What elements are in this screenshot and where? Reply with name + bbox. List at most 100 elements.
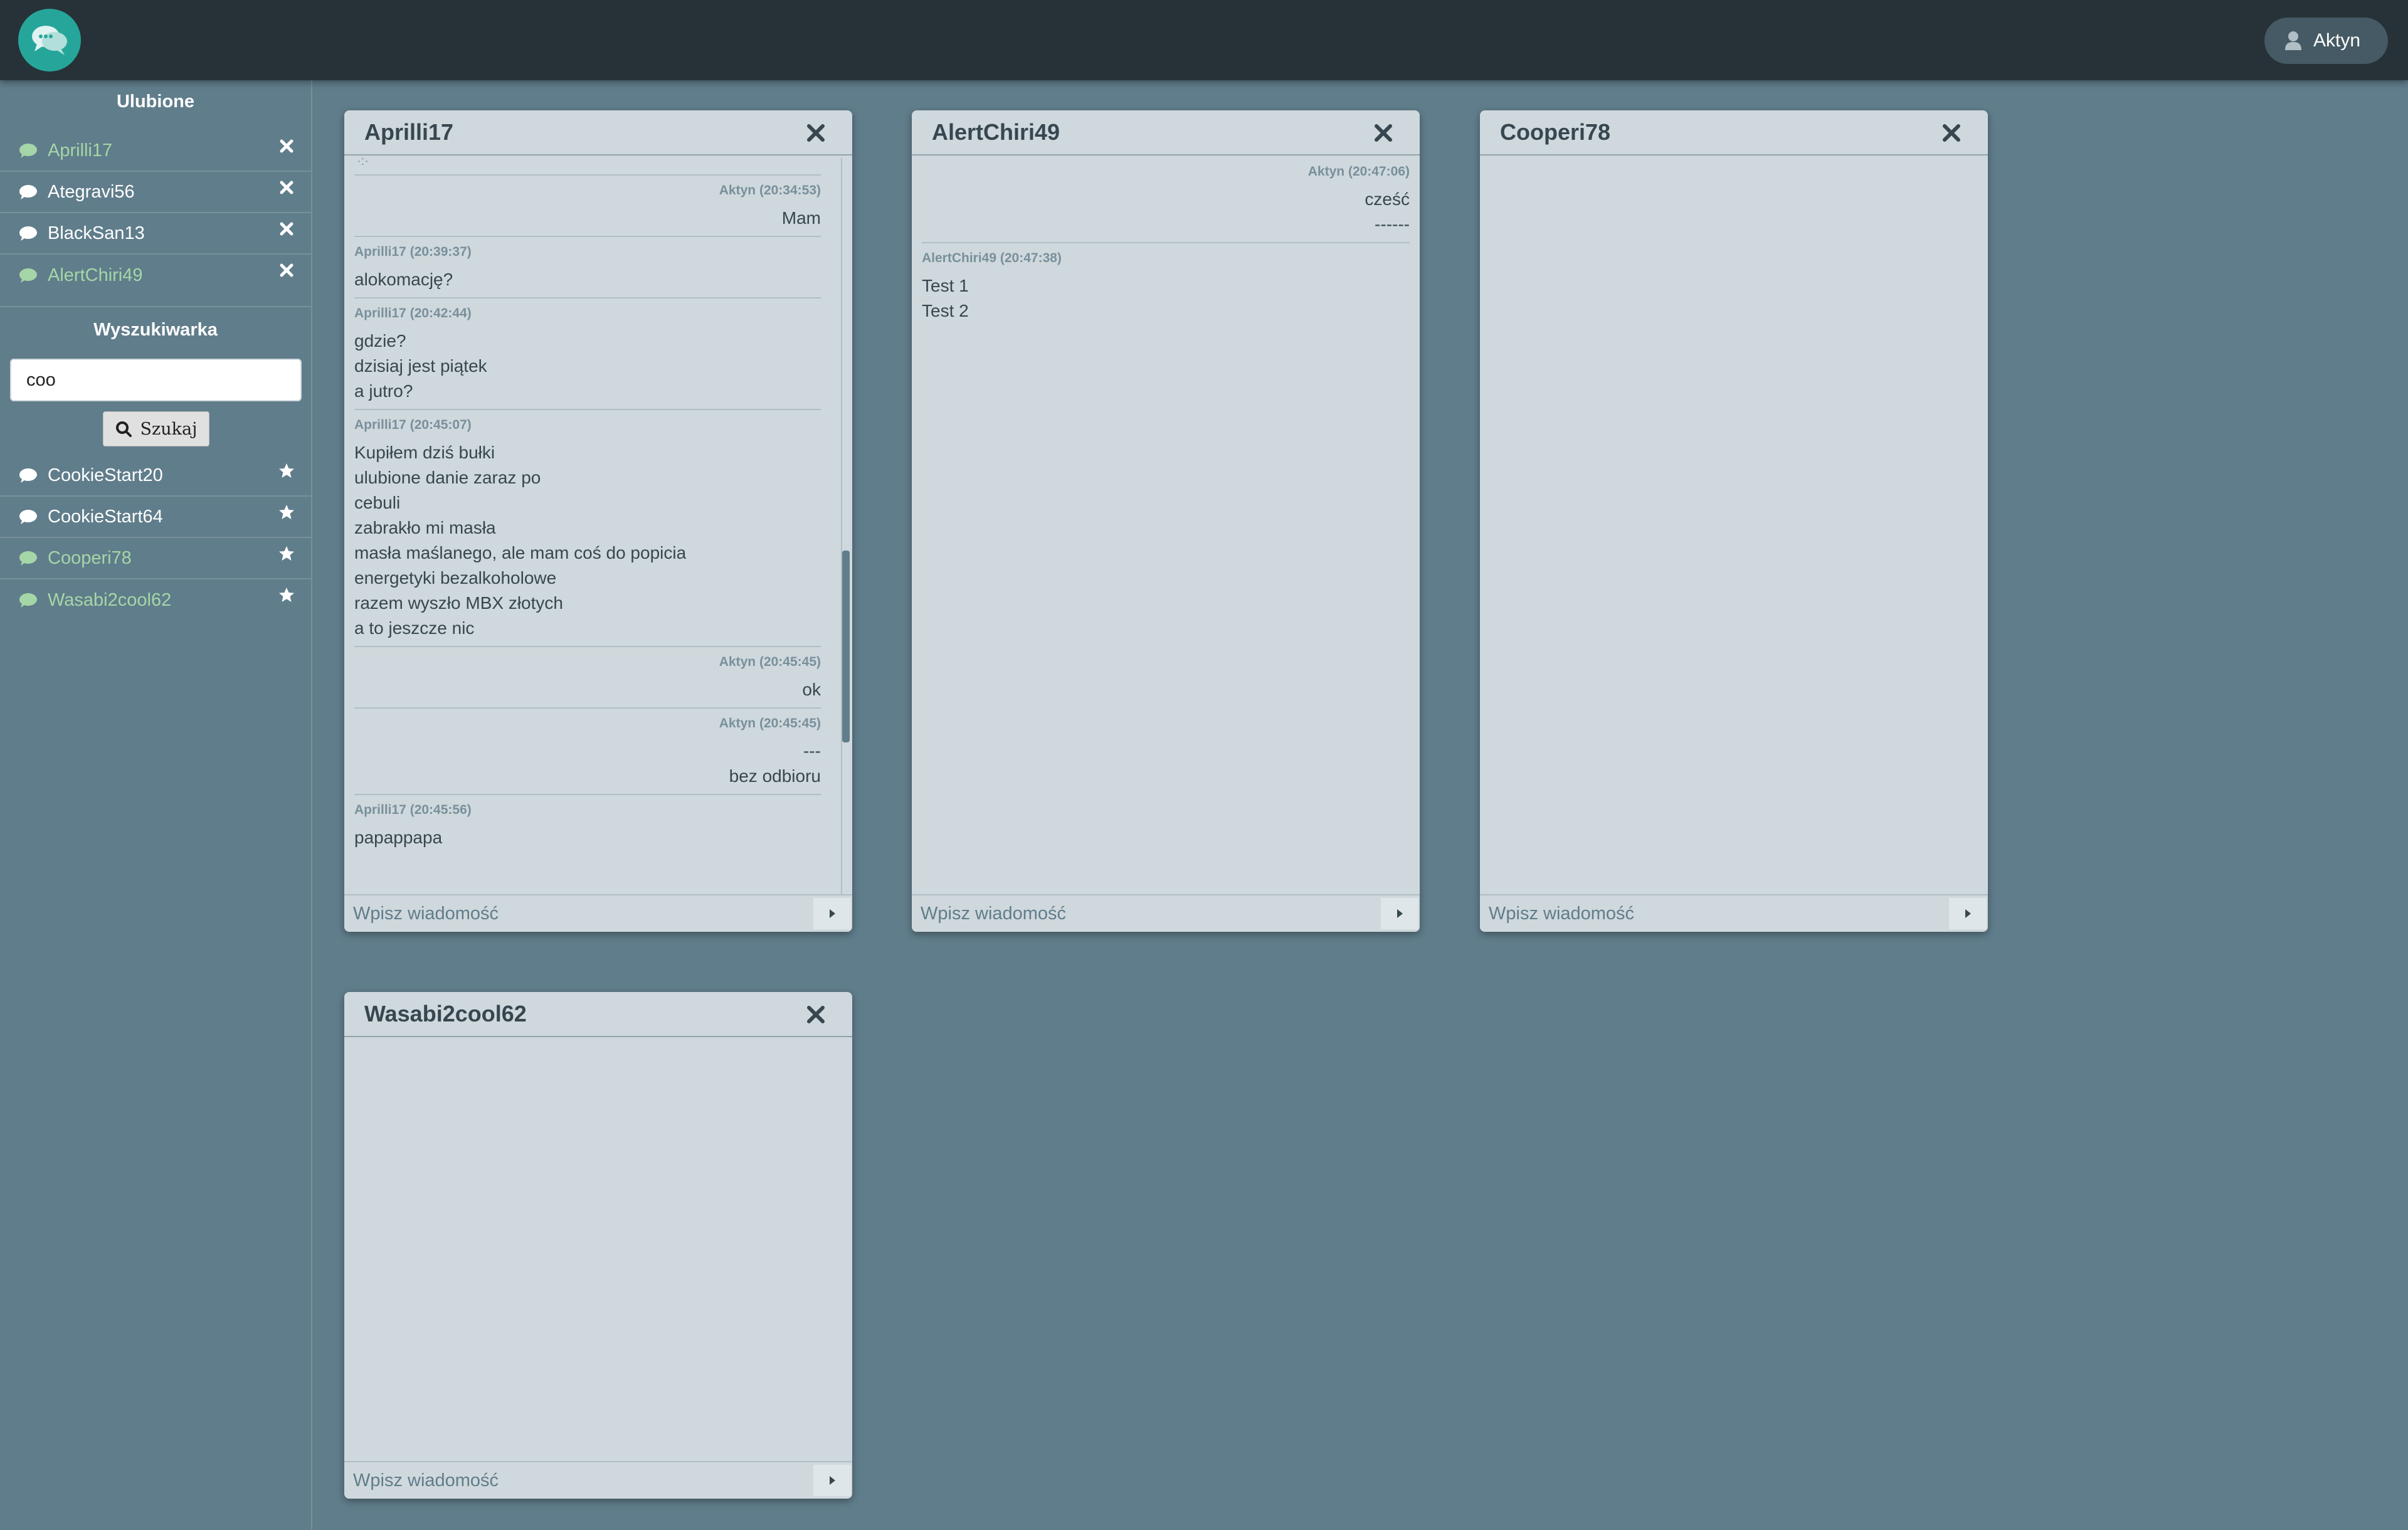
search-icon <box>115 421 132 437</box>
message-line: papappapa <box>354 828 443 847</box>
favorites-heading: Ulubione <box>116 92 195 112</box>
add-favorite-star-icon[interactable] <box>277 544 296 563</box>
message-line: alokomację? <box>354 270 453 289</box>
chat-window-wasabi2cool62: Wasabi2cool62 <box>344 992 852 1499</box>
message-line: dzisiaj jest piątek <box>354 356 487 376</box>
message-line: Kupiłem dziś bułki <box>354 443 495 462</box>
message-meta: Aktyn (20:47:06) <box>1307 164 1410 179</box>
search-button[interactable]: Szukaj <box>103 411 209 446</box>
send-caret-icon <box>1397 909 1403 918</box>
chat-footer <box>912 894 1420 932</box>
message-input[interactable] <box>353 899 805 928</box>
chat-footer <box>344 1461 852 1499</box>
favorite-item-blacksan13[interactable]: BlackSan13 <box>0 213 311 255</box>
chat-footer <box>1480 894 1988 932</box>
message: Aktyn (20:47:06) cześć ------ <box>922 157 1410 243</box>
result-item-wasabi2cool62[interactable]: Wasabi2cool62 <box>0 579 311 621</box>
chat-messages: Aktyn (20:47:06) cześć ------ AlertChiri… <box>912 157 1420 894</box>
result-item-cookiestart20[interactable]: CookieStart20 <box>0 455 311 497</box>
message-meta: Aprilli17 (20:45:56) <box>354 803 472 817</box>
add-favorite-star-icon[interactable] <box>277 503 296 522</box>
message-meta: Aprilli17 (20:39:37) <box>354 245 472 259</box>
chat-title: AlertChiri49 <box>932 119 1060 145</box>
chat-bubble-icon <box>19 593 37 608</box>
favorite-item-aprilli17[interactable]: Aprilli17 <box>0 130 311 172</box>
message-line: Test 2 <box>922 301 969 320</box>
send-caret-icon <box>830 909 835 918</box>
message: Aktyn (20:45:45) ok <box>354 647 821 709</box>
remove-favorite-icon[interactable] <box>277 137 296 156</box>
message-input[interactable] <box>1489 899 1940 928</box>
message-input[interactable] <box>921 899 1372 928</box>
message: Aprilli17 (20:42:44) gdzie? dzisiaj jest… <box>354 298 821 410</box>
message-line: a to jeszcze nic <box>354 618 475 638</box>
close-chat-icon[interactable] <box>806 1005 826 1025</box>
message-line: ------ <box>1375 214 1410 234</box>
send-button[interactable] <box>813 1465 851 1496</box>
scrollbar-thumb[interactable] <box>842 551 850 742</box>
send-button[interactable] <box>1381 898 1418 929</box>
result-name: Cooperi78 <box>48 547 132 568</box>
chat-messages <box>1480 157 1988 894</box>
message-meta: Aktyn (20:45:45) <box>719 716 821 731</box>
result-item-cookiestart64[interactable]: CookieStart64 <box>0 497 311 538</box>
message-line: Mam <box>781 208 821 228</box>
favorite-name: AlertChiri49 <box>48 265 143 285</box>
search-button-label: Szukaj <box>140 419 198 439</box>
chat-title: Wasabi2cool62 <box>364 1001 527 1026</box>
send-button[interactable] <box>813 898 851 929</box>
message-meta: AlertChiri49 (20:47:38) <box>922 251 1062 265</box>
favorite-item-alertchiri49[interactable]: AlertChiri49 <box>0 255 311 296</box>
chat-header: Wasabi2cool62 <box>344 992 852 1037</box>
close-chat-icon[interactable] <box>806 123 826 143</box>
chat-footer <box>344 894 852 932</box>
message-line: ok <box>802 680 821 699</box>
chat-window-alertchiri49: AlertChiri49 Aktyn (20:47:06) cześć ----… <box>912 110 1420 932</box>
message-line: cebuli <box>354 493 401 512</box>
chat-title: Cooperi78 <box>1500 119 1611 145</box>
result-name: Wasabi2cool62 <box>48 589 172 610</box>
separator <box>354 157 821 176</box>
chat-header: AlertChiri49 <box>912 110 1420 156</box>
chat-header: Aprilli17 <box>344 110 852 156</box>
chat-bubble-icon <box>19 185 37 199</box>
chat-window-aprilli17: Aprilli17 ·:· Aktyn (20:34:53) Mam April… <box>344 110 852 932</box>
favorite-name: Aprilli17 <box>48 140 113 161</box>
message-line: energetyki bezalkoholowe <box>354 568 557 588</box>
remove-favorite-icon[interactable] <box>277 219 296 238</box>
top-bar: Aktyn <box>0 0 2408 80</box>
message-line: bez odbioru <box>729 766 821 786</box>
message-line: cześć <box>1365 189 1410 209</box>
message-line: Test 1 <box>922 276 969 295</box>
sidebar: Ulubione Aprilli17 Ategravi56 BlackSan13… <box>0 80 312 1530</box>
chat-logo-icon[interactable] <box>18 9 81 71</box>
remove-favorite-icon[interactable] <box>277 261 296 280</box>
message: Aprilli17 (20:45:07) Kupiłem dziś bułki … <box>354 410 821 647</box>
result-item-cooperi78[interactable]: Cooperi78 <box>0 538 311 579</box>
message-line: a jutro? <box>354 381 413 401</box>
user-menu-button[interactable]: Aktyn <box>2264 18 2388 64</box>
close-chat-icon[interactable] <box>1373 123 1393 143</box>
send-button[interactable] <box>1949 898 1987 929</box>
close-chat-icon[interactable] <box>1941 123 1962 143</box>
remove-favorite-icon[interactable] <box>277 178 296 197</box>
send-caret-icon <box>1965 909 1971 918</box>
chat-title: Aprilli17 <box>364 119 454 145</box>
message: Aprilli17 (20:45:56) papappapa <box>354 795 821 855</box>
chat-messages: ·:· Aktyn (20:34:53) Mam Aprilli17 (20:3… <box>344 157 852 894</box>
message-line: --- <box>803 741 821 761</box>
search-input[interactable] <box>10 359 302 401</box>
chat-bubble-icon <box>19 144 37 158</box>
chat-scrollbar[interactable] <box>841 158 850 895</box>
user-icon <box>2284 31 2301 50</box>
message-input[interactable] <box>353 1466 805 1495</box>
add-favorite-star-icon[interactable] <box>277 586 296 604</box>
chat-bubble-icon <box>19 551 37 566</box>
chat-bubble-icon <box>19 468 37 483</box>
favorite-item-ategravi56[interactable]: Ategravi56 <box>0 172 311 213</box>
favorite-name: BlackSan13 <box>48 223 145 243</box>
favorites-list: Aprilli17 Ategravi56 BlackSan13 AlertChi… <box>0 130 311 296</box>
add-favorite-star-icon[interactable] <box>277 462 296 480</box>
message-line: masła maślanego, ale mam coś do popicia <box>354 543 687 562</box>
chat-bubble-icon <box>19 226 37 241</box>
